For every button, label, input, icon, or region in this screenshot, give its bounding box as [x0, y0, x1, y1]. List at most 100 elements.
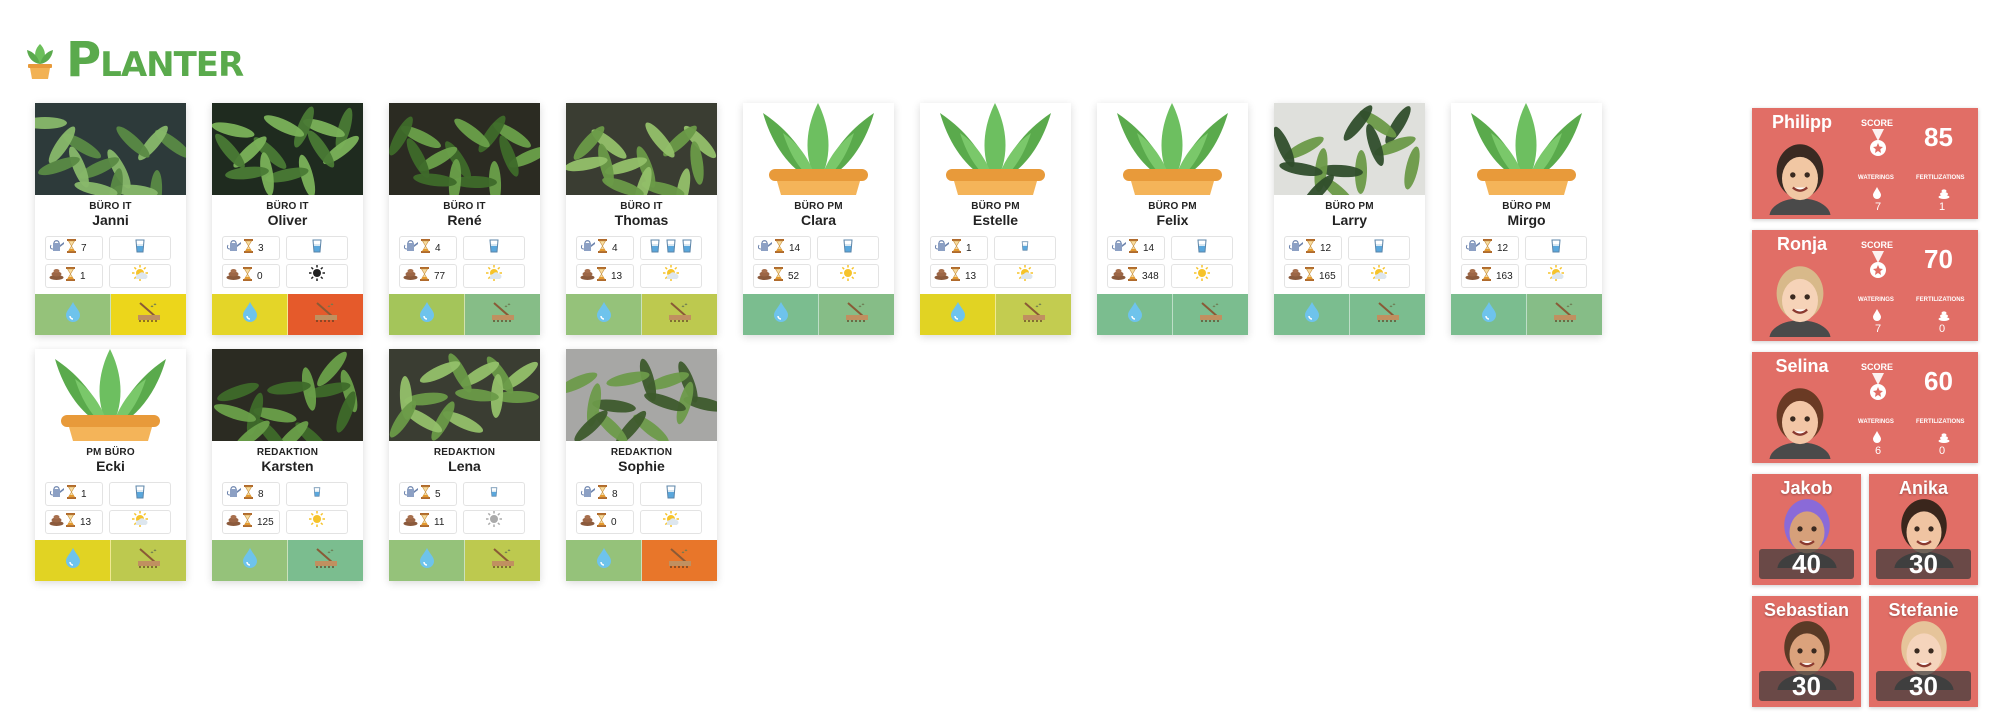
plant-card[interactable]: BÜRO IT René 4 77 — [389, 103, 540, 335]
plant-card[interactable]: REDAKTION Karsten 8 125 — [212, 349, 363, 581]
water-button[interactable] — [1451, 294, 1527, 335]
water-button[interactable] — [212, 540, 288, 581]
water-button[interactable] — [35, 540, 111, 581]
water-days: 8 — [612, 488, 618, 500]
score-value: 30 — [1876, 549, 1971, 579]
plant-photo[interactable] — [743, 103, 894, 195]
water-button[interactable] — [212, 294, 288, 335]
leaderboard-card[interactable]: Stefanie 30 — [1869, 596, 1978, 707]
plant-photo[interactable] — [1097, 103, 1248, 195]
plant-photo[interactable] — [35, 103, 186, 195]
water-row: 14 — [753, 235, 889, 261]
plant-photo[interactable] — [566, 103, 717, 195]
medal-icon — [1868, 129, 1888, 164]
water-button[interactable] — [566, 540, 642, 581]
water-amount — [463, 482, 525, 506]
fertilize-button[interactable] — [111, 294, 186, 335]
fertilize-button[interactable] — [819, 294, 894, 335]
plant-name: Sophie — [618, 458, 665, 474]
fertilize-button[interactable] — [111, 540, 186, 581]
water-button[interactable] — [566, 294, 642, 335]
plant-card[interactable]: REDAKTION Sophie 8 0 — [566, 349, 717, 581]
water-interval: 4 — [576, 236, 634, 260]
fertilize-button[interactable] — [465, 294, 540, 335]
fertilize-button[interactable] — [642, 294, 717, 335]
plant-stats: 14 348 — [1097, 231, 1248, 291]
rake-icon — [136, 547, 162, 574]
water-amount — [463, 236, 525, 260]
water-button[interactable] — [389, 294, 465, 335]
fertilizer-icon — [1465, 267, 1480, 285]
water-interval: 5 — [399, 482, 457, 506]
fertilize-button[interactable] — [288, 294, 363, 335]
fertilize-button[interactable] — [1350, 294, 1425, 335]
water-button[interactable] — [743, 294, 819, 335]
sun-icon — [1193, 265, 1211, 287]
plant-card[interactable]: BÜRO PM Estelle 1 13 — [920, 103, 1071, 335]
app-title[interactable]: Planter — [66, 36, 244, 84]
water-days: 14 — [1143, 242, 1155, 254]
fertilizer-interval: 1 — [45, 264, 103, 288]
plant-card[interactable]: BÜRO IT Oliver 3 0 — [212, 103, 363, 335]
water-button[interactable] — [1274, 294, 1350, 335]
fertilizer-icon — [226, 267, 241, 285]
plant-department: BÜRO PM — [971, 201, 1020, 212]
leaderboard-card[interactable]: Selina SCORE 60 WATERINGS FERTILIZATIONS 6 0 — [1752, 352, 1978, 479]
plant-stats: 4 13 — [566, 231, 717, 291]
water-button[interactable] — [389, 540, 465, 581]
plant-card[interactable]: BÜRO IT Janni 7 1 — [35, 103, 186, 335]
plant-photo[interactable] — [35, 349, 186, 441]
plant-photo[interactable] — [920, 103, 1071, 195]
sun-icon — [308, 265, 326, 287]
water-button[interactable] — [1097, 294, 1173, 335]
water-glass-icon — [680, 239, 694, 258]
plant-meta: BÜRO IT Oliver — [212, 195, 363, 231]
plant-card[interactable]: BÜRO PM Larry 12 165 — [1274, 103, 1425, 335]
leaderboard-card[interactable]: Ronja SCORE 70 WATERINGS FERTILIZATIONS 7 0 — [1752, 230, 1978, 357]
leaderboard-card[interactable]: Jakob 40 — [1752, 474, 1861, 585]
plant-meta: BÜRO PM Mirgo — [1451, 195, 1602, 231]
water-button[interactable] — [35, 294, 111, 335]
plant-card[interactable]: BÜRO PM Felix 14 348 — [1097, 103, 1248, 335]
plant-actions — [566, 540, 717, 581]
water-button[interactable] — [920, 294, 996, 335]
water-glass-icon — [1020, 239, 1030, 258]
fertilize-button[interactable] — [1527, 294, 1602, 335]
plant-photo[interactable] — [389, 349, 540, 441]
plant-photo[interactable] — [389, 103, 540, 195]
fertilizer-days: 13 — [611, 270, 623, 282]
plant-photo[interactable] — [1274, 103, 1425, 195]
plant-meta: BÜRO PM Felix — [1097, 195, 1248, 231]
water-days: 4 — [612, 242, 618, 254]
leaderboard-card[interactable]: Anika 30 — [1869, 474, 1978, 585]
plant-card[interactable]: BÜRO PM Clara 14 52 — [743, 103, 894, 335]
plant-card[interactable]: PM BÜRO Ecki 1 13 — [35, 349, 186, 581]
leaderboard-card[interactable]: Philipp SCORE 85 WATERINGS FERTILIZATIONS 7 1 — [1752, 108, 1978, 235]
fertilizations-count: 1 — [1938, 201, 1946, 213]
fertilize-button[interactable] — [996, 294, 1071, 335]
sun-icon — [485, 511, 503, 533]
plant-card[interactable]: BÜRO PM Mirgo 12 163 — [1451, 103, 1602, 335]
fertilize-button[interactable] — [1173, 294, 1248, 335]
plant-department: BÜRO IT — [620, 201, 663, 212]
plant-photo[interactable] — [212, 103, 363, 195]
fertilizations-label: FERTILIZATIONS — [1916, 175, 1965, 181]
plant-photo[interactable] — [212, 349, 363, 441]
fertilize-button[interactable] — [642, 540, 717, 581]
plant-card[interactable]: BÜRO IT Thomas 4 13 — [566, 103, 717, 335]
plant-meta: BÜRO IT Thomas — [566, 195, 717, 231]
plant-photo[interactable] — [566, 349, 717, 441]
leaderboard-card[interactable]: Sebastian 30 — [1752, 596, 1861, 707]
water-interval: 14 — [1107, 236, 1165, 260]
hourglass-icon — [952, 238, 961, 258]
score-label: SCORE — [1861, 118, 1894, 128]
user-name: Sebastian — [1763, 600, 1850, 620]
sun-icon — [131, 265, 149, 287]
fertilize-button[interactable] — [465, 540, 540, 581]
plant-photo[interactable] — [1451, 103, 1602, 195]
plant-card[interactable]: REDAKTION Lena 5 11 — [389, 349, 540, 581]
fertilize-button[interactable] — [288, 540, 363, 581]
water-row: 4 — [576, 235, 712, 261]
water-days: 1 — [81, 488, 87, 500]
fertilizer-interval: 165 — [1284, 264, 1342, 288]
